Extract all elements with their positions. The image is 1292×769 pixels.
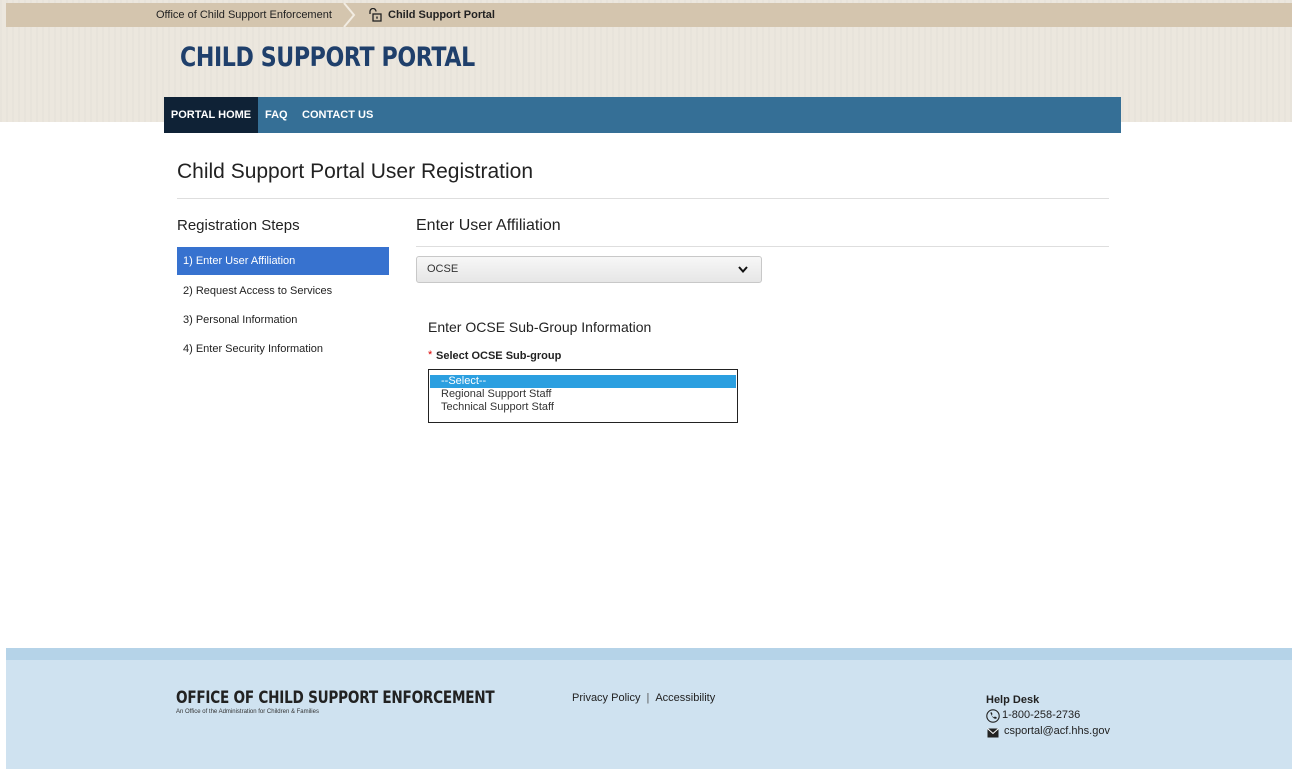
subgroup-option-select[interactable]: --Select-- — [430, 375, 736, 388]
nav-contact-us[interactable]: CONTACT US — [302, 97, 373, 133]
accessibility-link[interactable]: Accessibility — [655, 692, 715, 704]
step-personal-information[interactable]: 3) Personal Information — [177, 306, 389, 334]
nav-faq[interactable]: FAQ — [265, 97, 288, 133]
site-title[interactable]: CHILD SUPPORT PORTAL — [180, 42, 475, 73]
subgroup-label: Select OCSE Sub-group — [436, 350, 562, 362]
section-heading: Enter User Affiliation — [416, 217, 561, 234]
chevron-right-icon — [343, 3, 356, 27]
help-desk-phone[interactable]: 1-800-258-2736 — [1002, 709, 1080, 721]
chevron-down-icon — [738, 266, 748, 273]
footer-brand: OFFICE OF CHILD SUPPORT ENFORCEMENT — [176, 688, 495, 708]
step-security-information[interactable]: 4) Enter Security Information — [177, 335, 389, 363]
required-marker: * — [428, 349, 433, 361]
footer-brand-subtitle: An Office of the Administration for Chil… — [176, 709, 319, 715]
step-enter-user-affiliation[interactable]: 1) Enter User Affiliation — [177, 247, 389, 275]
subgroup-option-technical[interactable]: Technical Support Staff — [430, 401, 736, 414]
help-desk-title: Help Desk — [986, 694, 1040, 706]
privacy-policy-link[interactable]: Privacy Policy — [572, 692, 640, 704]
footer: OFFICE OF CHILD SUPPORT ENFORCEMENT An O… — [6, 648, 1292, 769]
lock-icon — [369, 8, 382, 22]
step-request-access[interactable]: 2) Request Access to Services — [177, 277, 389, 305]
title-divider — [177, 198, 1109, 199]
main-navigation: PORTAL HOME FAQ CONTACT US — [164, 97, 1121, 133]
affiliation-select-value: OCSE — [427, 263, 459, 275]
steps-heading: Registration Steps — [177, 217, 300, 234]
footer-separator: | — [646, 692, 650, 704]
breadcrumb-office-link[interactable]: Office of Child Support Enforcement — [156, 9, 332, 21]
nav-portal-home[interactable]: PORTAL HOME — [164, 97, 258, 133]
affiliation-select[interactable]: OCSE — [416, 256, 762, 283]
footer-links: Privacy Policy | Accessibility — [572, 692, 715, 704]
breadcrumb-portal-link[interactable]: Child Support Portal — [388, 9, 495, 21]
mail-icon — [987, 728, 999, 738]
section-divider — [416, 246, 1109, 247]
breadcrumb: Office of Child Support Enforcement Chil… — [6, 3, 1292, 27]
footer-band — [6, 648, 1292, 660]
help-desk-email[interactable]: csportal@acf.hhs.gov — [1004, 725, 1110, 737]
subgroup-heading: Enter OCSE Sub-Group Information — [428, 319, 652, 335]
subgroup-option-regional[interactable]: Regional Support Staff — [430, 388, 736, 401]
subgroup-listbox[interactable]: --Select-- Regional Support Staff Techni… — [428, 369, 738, 423]
phone-icon — [986, 709, 1000, 723]
page-title: Child Support Portal User Registration — [177, 160, 533, 183]
